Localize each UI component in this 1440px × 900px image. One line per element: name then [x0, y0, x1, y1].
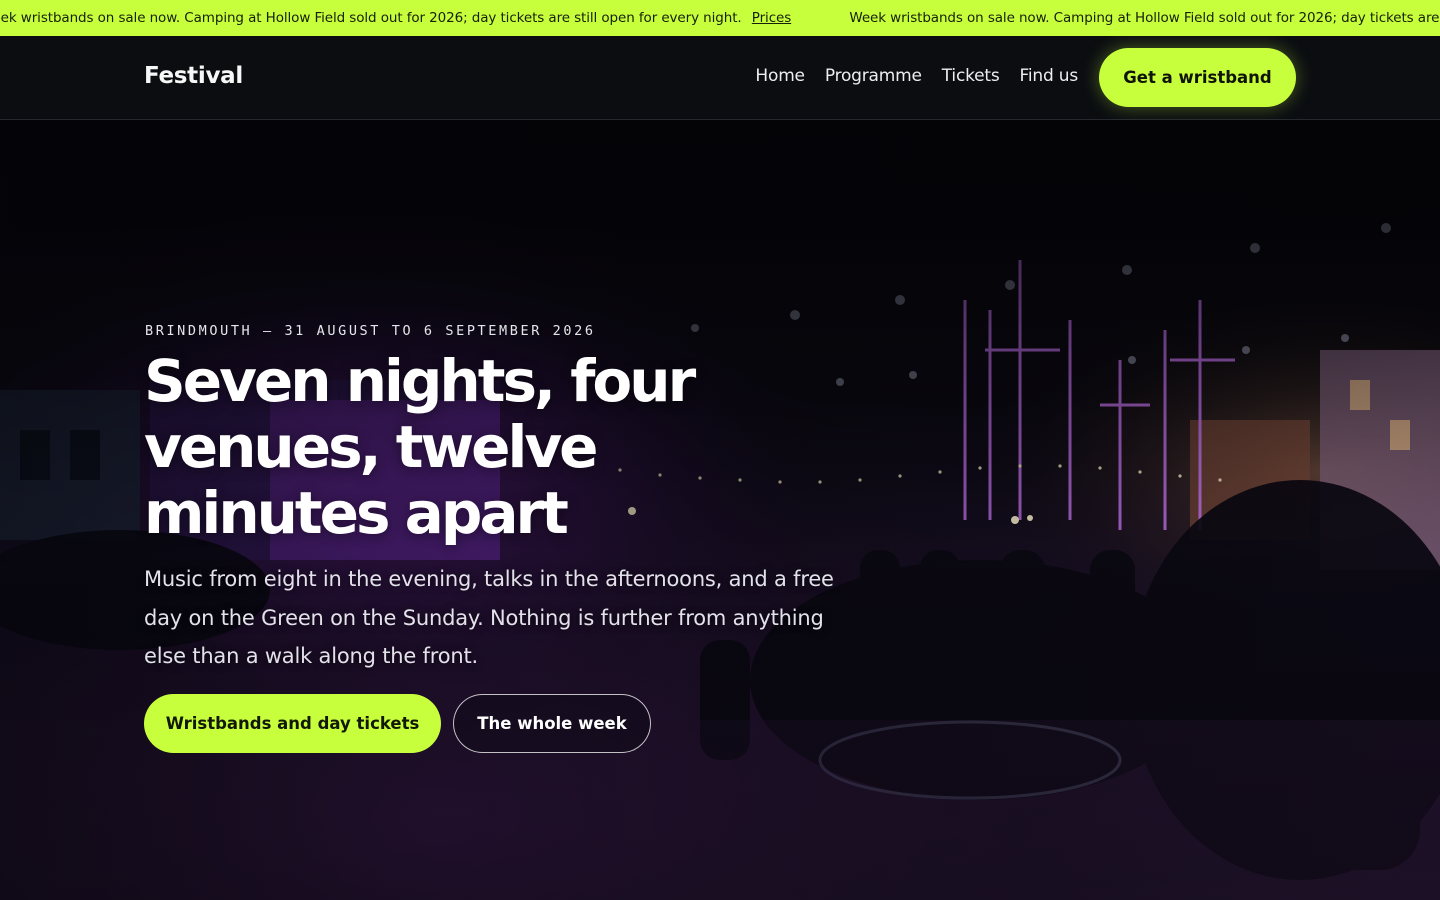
- nav-tickets[interactable]: Tickets: [942, 66, 1000, 86]
- announcement-message: Week wristbands on sale now. Camping at …: [849, 10, 1440, 26]
- get-wristband-button[interactable]: Get a wristband: [1099, 48, 1296, 107]
- nav-programme[interactable]: Programme: [825, 66, 922, 86]
- announcement-item: Week wristbands on sale now. Camping at …: [849, 0, 1440, 36]
- wristbands-tickets-button[interactable]: Wristbands and day tickets: [144, 694, 441, 753]
- hero-lede: Music from eight in the evening, talks i…: [144, 567, 834, 668]
- announcement-item: Week wristbands on sale now. Camping at …: [0, 0, 791, 36]
- hero-eyebrow: Brindmouth — 31 August to 6 September 20…: [145, 323, 596, 339]
- whole-week-button[interactable]: The whole week: [453, 694, 651, 753]
- prices-link[interactable]: Prices: [752, 10, 791, 26]
- brand-logo[interactable]: Festival: [144, 63, 243, 89]
- nav-find-us[interactable]: Find us: [1020, 66, 1079, 86]
- main-nav: Home Programme Tickets Find us: [755, 66, 1078, 86]
- announcement-track: Week wristbands on sale now. Camping at …: [0, 0, 1440, 36]
- announcement-bar: Week wristbands on sale now. Camping at …: [0, 0, 1440, 36]
- site-header: Festival Home Programme Tickets Find us …: [0, 36, 1440, 120]
- announcement-message: Week wristbands on sale now. Camping at …: [0, 10, 742, 26]
- hero-headline: Seven nights, four venues, twelve minute…: [144, 347, 696, 547]
- hero-section: Brindmouth — 31 August to 6 September 20…: [0, 120, 1440, 900]
- nav-home[interactable]: Home: [755, 66, 805, 86]
